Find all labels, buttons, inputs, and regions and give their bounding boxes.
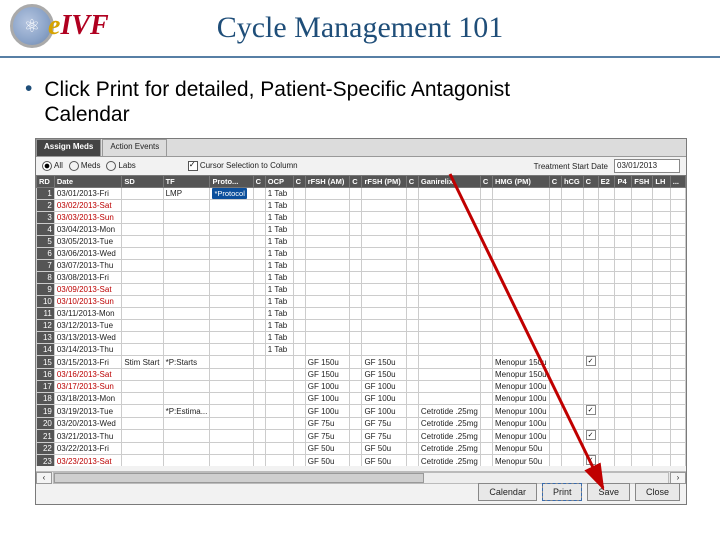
tab-action-events[interactable]: Action Events [102, 139, 167, 156]
col-header[interactable]: C [253, 176, 265, 188]
table-row[interactable]: 1303/13/2013-Wed1 Tab [37, 332, 686, 344]
table-row[interactable]: 403/04/2013-Mon1 Tab [37, 224, 686, 236]
col-header[interactable]: RD [37, 176, 55, 188]
col-header[interactable]: SD [122, 176, 163, 188]
app-logo: ⚛ eIVF [10, 4, 109, 48]
col-header[interactable]: HMG (PM) [493, 176, 550, 188]
print-button[interactable]: Print [542, 483, 583, 501]
logo-ivf: IVF [60, 10, 108, 41]
button-bar: Calendar Print Save Close [478, 483, 680, 501]
radio-all[interactable]: All [42, 161, 63, 171]
col-header[interactable]: Proto... [210, 176, 253, 188]
col-header[interactable]: C [293, 176, 305, 188]
table-row[interactable]: 603/06/2013-Wed1 Tab [37, 248, 686, 260]
radio-labs[interactable]: Labs [106, 161, 135, 171]
table-row[interactable]: 1403/14/2013-Thu1 Tab [37, 344, 686, 356]
table-row[interactable]: 1703/17/2013-SunGF 100uGF 100uMenopur 10… [37, 381, 686, 393]
bullet-dot-icon: • [25, 77, 32, 100]
app-window: Assign Meds Action Events All Meds Labs … [35, 138, 687, 505]
table-row[interactable]: 1903/19/2013-Tue*P:Estima...GF 100uGF 10… [37, 405, 686, 418]
col-header[interactable]: OCP [265, 176, 293, 188]
bullet-line1: Click Print for detailed, Patient-Specif… [44, 77, 510, 102]
col-header[interactable]: TF [163, 176, 210, 188]
col-header[interactable]: FSH [632, 176, 653, 188]
table-row[interactable]: 1203/12/2013-Tue1 Tab [37, 320, 686, 332]
save-button[interactable]: Save [587, 483, 630, 501]
table-row[interactable]: 1003/10/2013-Sun1 Tab [37, 296, 686, 308]
col-header[interactable]: rFSH (AM) [305, 176, 350, 188]
table-row[interactable]: 303/03/2013-Sun1 Tab [37, 212, 686, 224]
col-header[interactable]: C [350, 176, 362, 188]
col-header[interactable]: hCG [561, 176, 583, 188]
col-header[interactable]: C [480, 176, 492, 188]
scroll-left-icon[interactable]: ‹ [36, 472, 52, 484]
table-row[interactable]: 203/02/2013-Sat1 Tab [37, 200, 686, 212]
col-header[interactable]: ... [670, 176, 685, 188]
tab-assign-meds[interactable]: Assign Meds [36, 139, 101, 156]
col-header[interactable]: E2 [598, 176, 615, 188]
logo-e: e [48, 10, 60, 41]
table-row[interactable]: 1603/16/2013-SatGF 150uGF 150uMenopur 15… [37, 369, 686, 381]
table-row[interactable]: 903/09/2013-Sat1 Tab [37, 284, 686, 296]
table-row[interactable]: 703/07/2013-Thu1 Tab [37, 260, 686, 272]
table-row[interactable]: 1103/11/2013-Mon1 Tab [37, 308, 686, 320]
check-cursor-selection[interactable]: Cursor Selection to Column [188, 161, 298, 171]
table-row[interactable]: 1503/15/2013-FriStim Start*P:StartsGF 15… [37, 356, 686, 369]
table-row[interactable]: 2203/22/2013-FriGF 50uGF 50uCetrotide .2… [37, 443, 686, 455]
tx-start-date-input[interactable]: 03/01/2013 [614, 159, 680, 173]
col-header[interactable]: C [549, 176, 561, 188]
table-row[interactable]: 2303/23/2013-SatGF 50uGF 50uCetrotide .2… [37, 455, 686, 467]
table-row[interactable]: 103/01/2013-FriLMP*Protocol1 Tab [37, 188, 686, 200]
tx-start-label: Treatment Start Date [534, 162, 608, 171]
table-row[interactable]: 2103/21/2013-ThuGF 75uGF 75uCetrotide .2… [37, 430, 686, 443]
col-header[interactable]: P4 [615, 176, 632, 188]
radio-meds[interactable]: Meds [69, 161, 101, 171]
grid-wrap: RDDateSDTFProto...COCPCrFSH (AM)CrFSH (P… [36, 175, 686, 466]
filter-row: All Meds Labs Cursor Selection to Column… [36, 157, 686, 175]
bullet-line2: Calendar [44, 102, 510, 127]
col-header[interactable]: C [583, 176, 598, 188]
col-header[interactable]: LH [653, 176, 670, 188]
calendar-button[interactable]: Calendar [478, 483, 537, 501]
col-header[interactable]: C [406, 176, 418, 188]
col-header[interactable]: Ganirelix [418, 176, 480, 188]
col-header[interactable]: rFSH (PM) [362, 176, 406, 188]
meds-grid[interactable]: RDDateSDTFProto...COCPCrFSH (AM)CrFSH (P… [36, 175, 686, 466]
scroll-thumb[interactable] [54, 473, 424, 483]
col-header[interactable]: Date [54, 176, 122, 188]
tab-strip: Assign Meds Action Events [36, 139, 686, 157]
close-button[interactable]: Close [635, 483, 680, 501]
table-row[interactable]: 1803/18/2013-MonGF 100uGF 100uMenopur 10… [37, 393, 686, 405]
table-row[interactable]: 503/05/2013-Tue1 Tab [37, 236, 686, 248]
table-row[interactable]: 2003/20/2013-WedGF 75uGF 75uCetrotide .2… [37, 418, 686, 430]
table-row[interactable]: 803/08/2013-Fri1 Tab [37, 272, 686, 284]
